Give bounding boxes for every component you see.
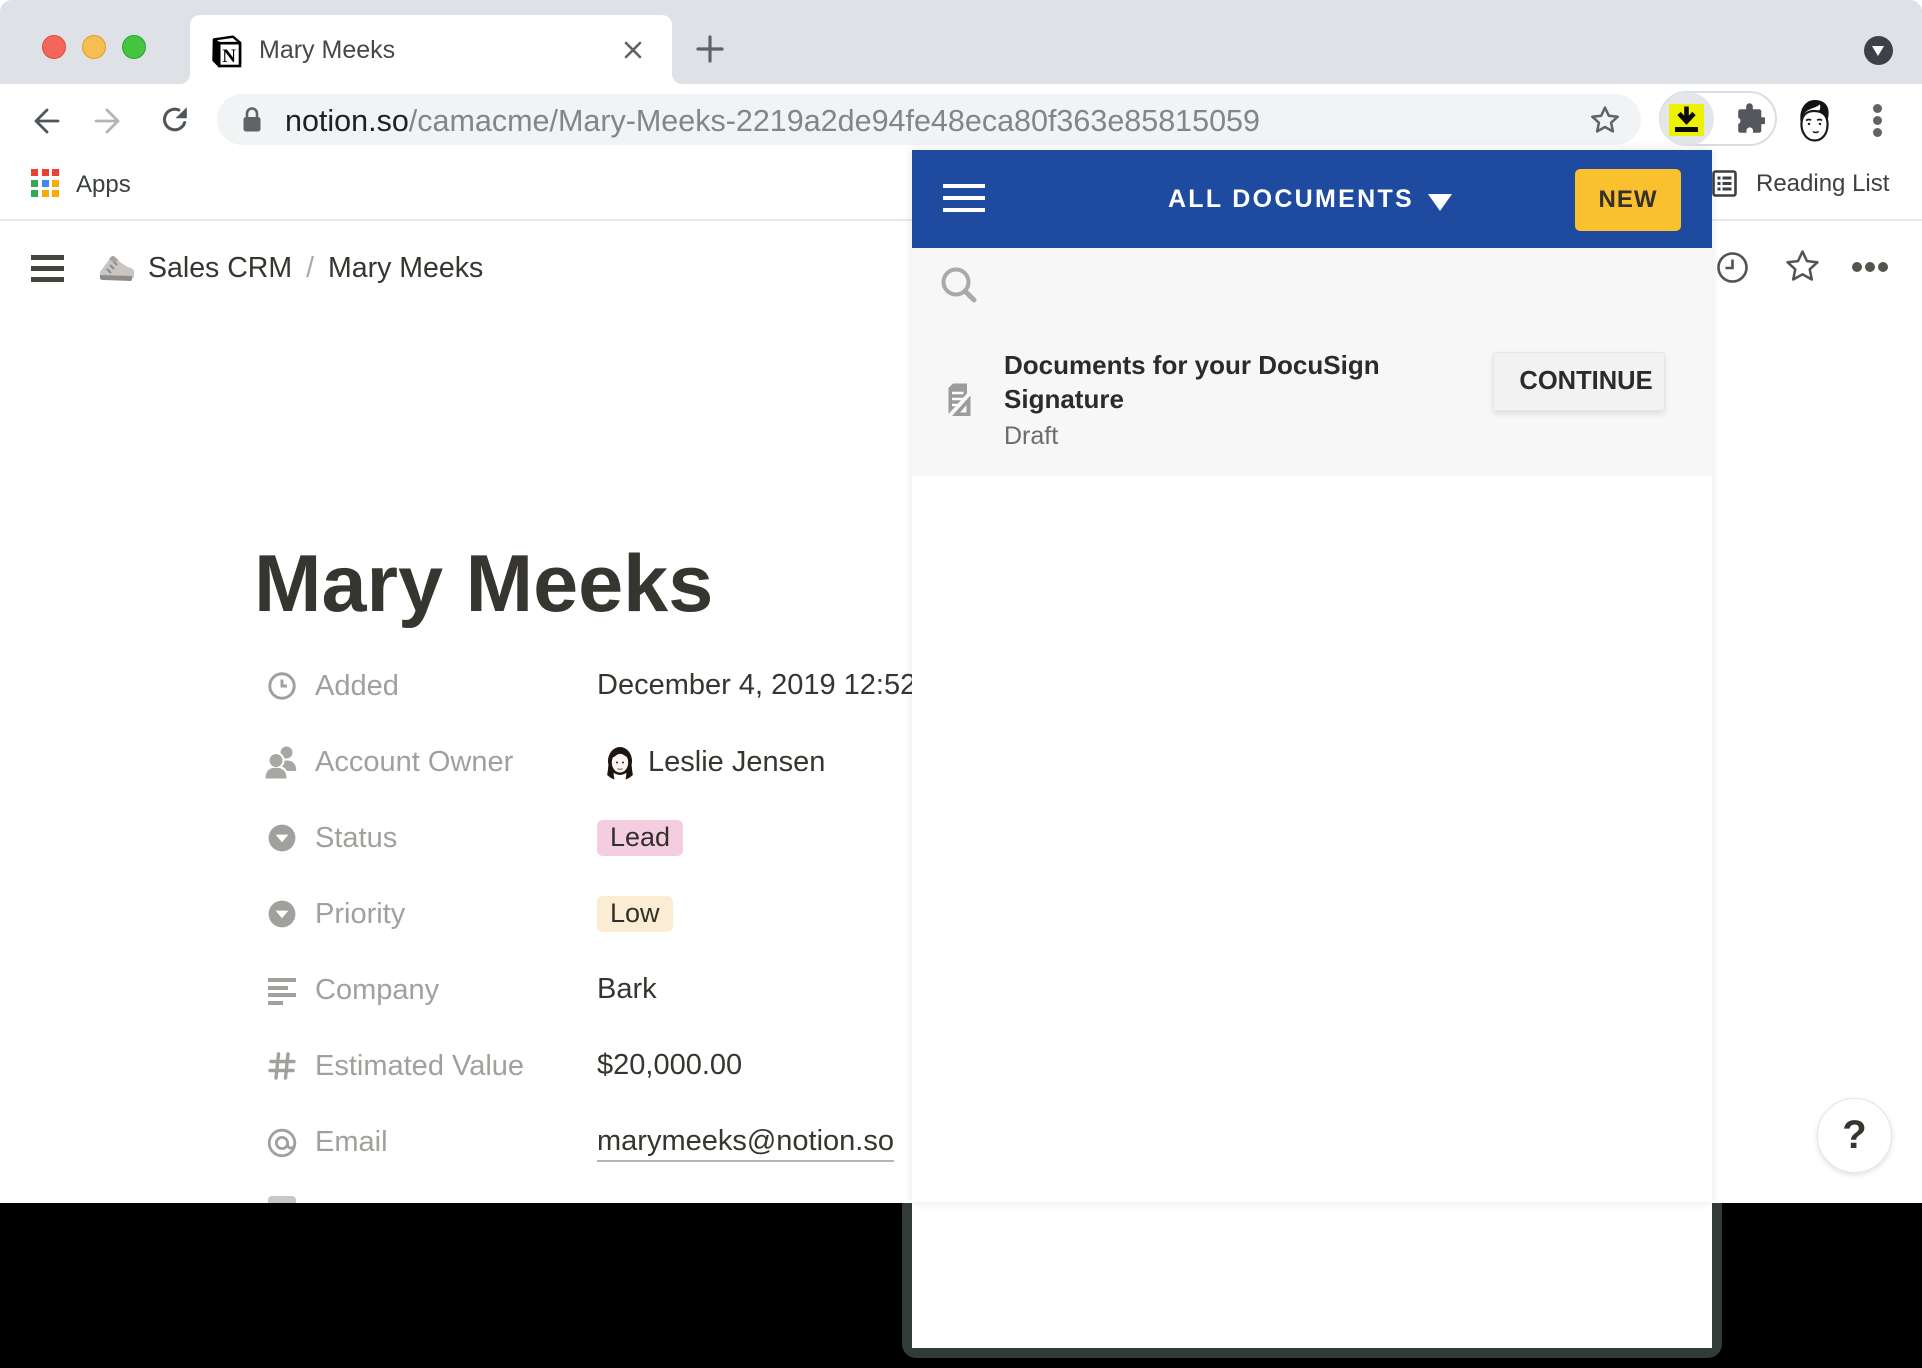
svg-text:N: N — [222, 46, 236, 67]
